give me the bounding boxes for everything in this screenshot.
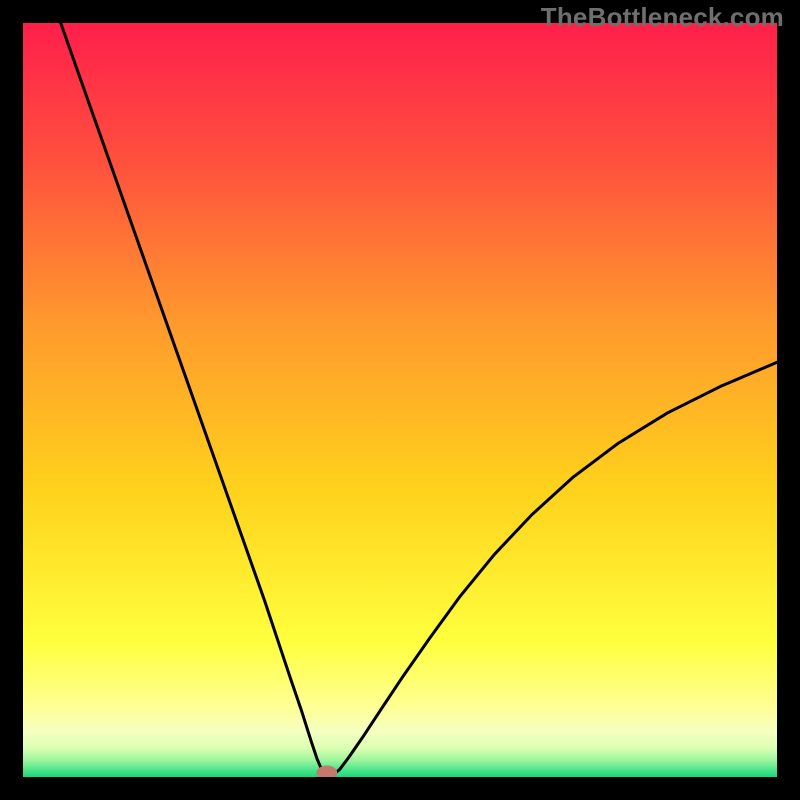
canvas-root: TheBottleneck.com xyxy=(0,0,800,800)
optimal-point-marker xyxy=(317,766,337,777)
bottleneck-chart xyxy=(23,23,777,777)
gradient-background xyxy=(23,23,777,777)
plot-frame xyxy=(23,23,777,777)
watermark-text: TheBottleneck.com xyxy=(541,2,784,33)
